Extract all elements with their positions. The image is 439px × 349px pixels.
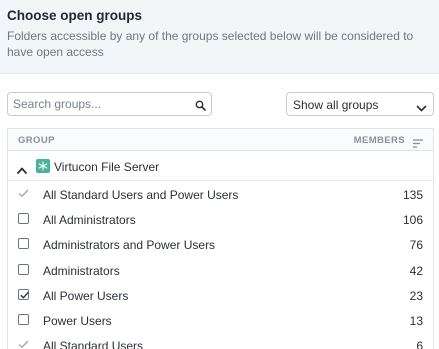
member-count: 76 <box>409 238 423 253</box>
member-count: 6 <box>416 339 423 349</box>
chevron-up-icon[interactable] <box>17 161 27 179</box>
search-input[interactable] <box>8 93 193 115</box>
table-row[interactable]: Administrators 42 <box>8 258 433 283</box>
group-name: Administrators <box>43 263 120 278</box>
group-name: All Standard Users <box>43 339 144 349</box>
row-checkbox[interactable] <box>18 288 29 300</box>
table-row[interactable]: All Standard Users and Power Users 135 <box>8 182 433 207</box>
chevron-down-icon <box>416 100 427 118</box>
implied-check-icon[interactable] <box>18 339 29 349</box>
server-group-row[interactable]: Virtucon File Server <box>8 151 433 181</box>
group-filter-value: Show all groups <box>293 98 379 112</box>
search-icon[interactable] <box>195 98 206 116</box>
page-subtitle: Folders accessible by any of the groups … <box>7 29 414 59</box>
row-checkbox[interactable] <box>18 238 29 250</box>
table-row[interactable]: All Power Users 23 <box>8 283 433 308</box>
row-checkbox[interactable] <box>18 314 29 325</box>
group-name: Power Users <box>43 314 112 328</box>
group-name: All Power Users <box>43 288 129 303</box>
member-count: 42 <box>409 263 423 278</box>
member-count: 106 <box>402 213 423 228</box>
group-name: All Standard Users and Power Users <box>43 188 239 202</box>
server-icon <box>36 159 50 173</box>
server-name: Virtucon File Server <box>54 160 160 174</box>
dialog-header: Choose open groups Folders accessible by… <box>0 0 439 74</box>
implied-check-icon[interactable] <box>18 188 29 199</box>
table-row[interactable]: Administrators and Power Users 76 <box>8 232 433 257</box>
table-row[interactable]: All Standard Users 6 <box>8 333 433 349</box>
group-name: Administrators and Power Users <box>43 238 216 253</box>
page-title: Choose open groups <box>7 8 142 23</box>
member-count: 23 <box>409 288 423 303</box>
group-filter-select[interactable]: Show all groups <box>286 92 434 116</box>
column-header-members[interactable]: MEMBERS <box>354 135 405 146</box>
table-header: GROUP MEMBERS <box>8 129 433 151</box>
row-checkbox[interactable] <box>18 263 29 275</box>
member-count: 13 <box>409 314 423 328</box>
member-count: 135 <box>402 188 423 202</box>
table-row[interactable]: All Administrators 106 <box>8 207 433 232</box>
groups-table: GROUP MEMBERS Virtucon File Server All S… <box>7 128 434 349</box>
row-checkbox[interactable] <box>18 213 29 225</box>
column-header-group[interactable]: GROUP <box>18 135 55 146</box>
search-box[interactable] <box>7 92 212 116</box>
group-name: All Administrators <box>43 213 136 228</box>
table-row[interactable]: Power Users 13 <box>8 308 433 333</box>
